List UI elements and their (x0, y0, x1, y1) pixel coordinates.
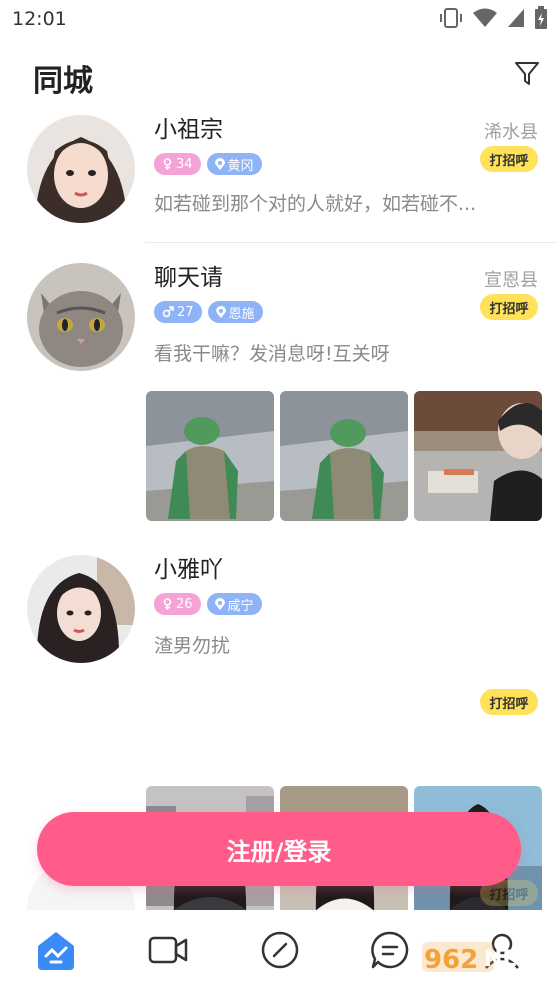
avatar[interactable] (27, 555, 135, 663)
county-text: 宣恩县 (484, 270, 538, 291)
greet-button[interactable]: 打招呼 (480, 294, 538, 320)
age-text: 27 (177, 304, 194, 320)
header: 同城 (0, 40, 558, 104)
gender-age-tag: 26 (154, 593, 201, 615)
photo-row (146, 391, 542, 521)
avatar[interactable] (27, 263, 135, 371)
location-pin-icon (214, 598, 225, 610)
location-tag: 恩施 (207, 301, 263, 323)
location-pin-icon (215, 306, 226, 318)
filter-icon (515, 62, 539, 85)
location-tag: 咸宁 (206, 593, 262, 615)
greet-button[interactable]: 打招呼 (480, 146, 538, 172)
location-text: 咸宁 (227, 598, 254, 614)
avatar[interactable] (27, 115, 135, 223)
photo-thumbnail[interactable] (280, 391, 408, 521)
wifi-icon (473, 8, 497, 27)
nav-messages[interactable] (368, 928, 412, 972)
photo-thumbnail[interactable] (146, 391, 274, 521)
nav-discover[interactable] (258, 928, 302, 972)
bio-text: 看我干嘛？发消息呀!互关呀 (154, 343, 390, 365)
status-time: 12:01 (12, 8, 67, 30)
bio-text: 渣男勿扰 (154, 635, 231, 657)
female-icon (163, 158, 172, 170)
discover-icon (261, 931, 299, 969)
signal-icon (508, 9, 524, 27)
watermark-logo: 962 NET 乐游网 (420, 938, 550, 986)
home-icon (38, 932, 74, 970)
video-icon (148, 936, 188, 964)
svg-text:乐游网: 乐游网 (496, 971, 535, 986)
battery-icon (535, 6, 547, 29)
age-text: 34 (176, 156, 193, 172)
svg-text:962: 962 (424, 945, 478, 975)
nav-home[interactable] (34, 928, 78, 972)
gender-age-tag: 27 (154, 301, 202, 323)
message-icon (371, 931, 409, 969)
username: 聊天请 (154, 265, 223, 291)
gender-age-tag: 34 (154, 153, 201, 175)
female-icon (163, 598, 172, 610)
tag-row: 27 恩施 (154, 301, 263, 323)
username: 小雅吖 (154, 557, 223, 583)
location-tag: 黄冈 (206, 153, 262, 175)
status-bar: 12:01 (0, 0, 558, 38)
tag-row: 26 咸宁 (154, 593, 262, 615)
location-text: 黄冈 (227, 158, 254, 174)
username: 小祖宗 (154, 117, 223, 143)
divider (145, 242, 558, 243)
status-icons (438, 6, 548, 30)
greet-button[interactable]: 打招呼 (480, 689, 538, 715)
male-icon (162, 306, 174, 318)
svg-text:NET: NET (484, 947, 532, 972)
nav-video[interactable] (146, 928, 190, 972)
vibrate-icon (440, 8, 462, 28)
location-text: 恩施 (228, 306, 255, 322)
bio-text: 如若碰到那个对的人就好，如若碰不... (154, 193, 477, 215)
county-text: 浠水县 (484, 122, 538, 143)
age-text: 26 (176, 596, 193, 612)
location-pin-icon (214, 158, 225, 170)
page-title: 同城 (33, 64, 93, 99)
photo-thumbnail[interactable] (414, 391, 542, 521)
register-login-button[interactable]: 注册/登录 (37, 812, 521, 886)
tag-row: 34 黄冈 (154, 153, 262, 175)
filter-button[interactable] (512, 58, 542, 88)
